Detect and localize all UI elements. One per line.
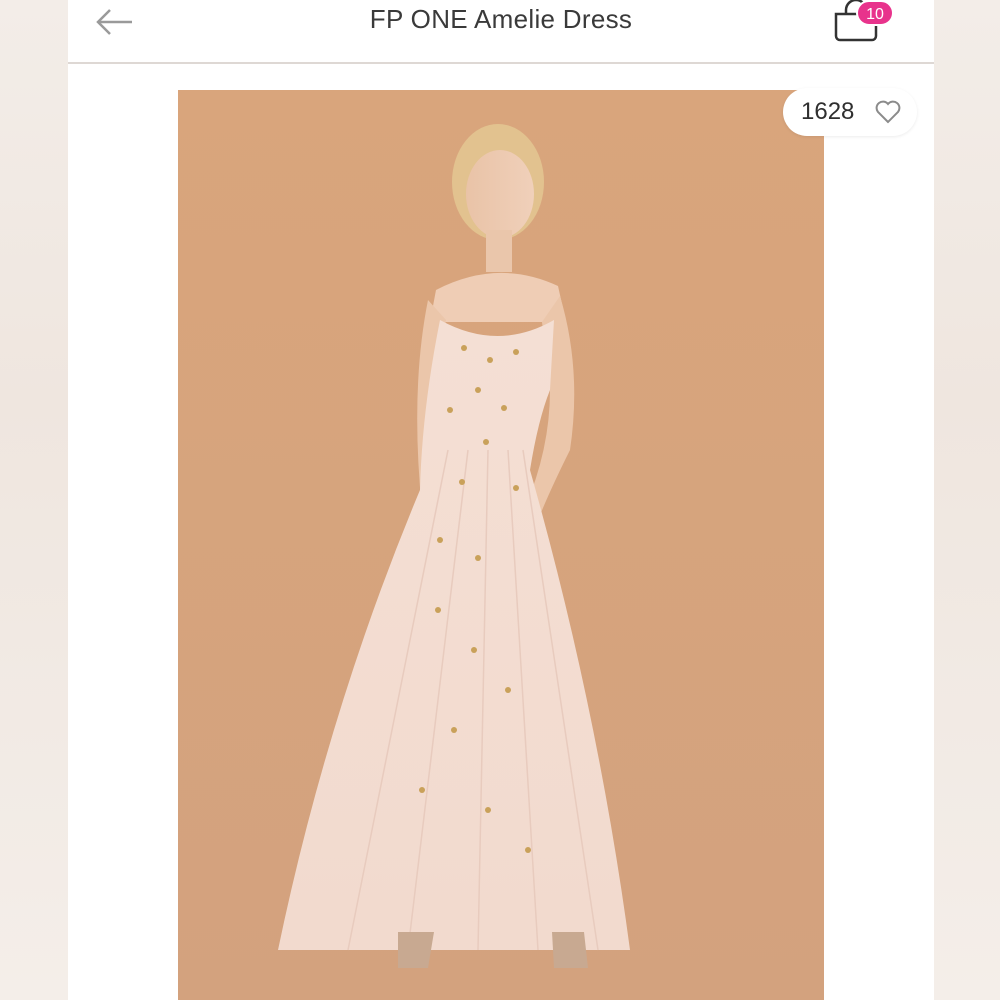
top-bar: FP ONE Amelie Dress 10 xyxy=(68,0,934,64)
like-button[interactable]: 1628 xyxy=(783,88,917,136)
heart-outline-icon xyxy=(875,100,901,124)
cart-count-badge: 10 xyxy=(856,0,894,26)
left-background xyxy=(0,0,68,1000)
app-frame: FP ONE Amelie Dress 10 1628 xyxy=(68,0,934,1000)
right-background xyxy=(934,0,1000,1000)
page-title: FP ONE Amelie Dress xyxy=(369,4,633,34)
like-count: 1628 xyxy=(801,98,855,125)
product-photo[interactable] xyxy=(178,90,824,1000)
model-illustration xyxy=(178,90,824,1000)
